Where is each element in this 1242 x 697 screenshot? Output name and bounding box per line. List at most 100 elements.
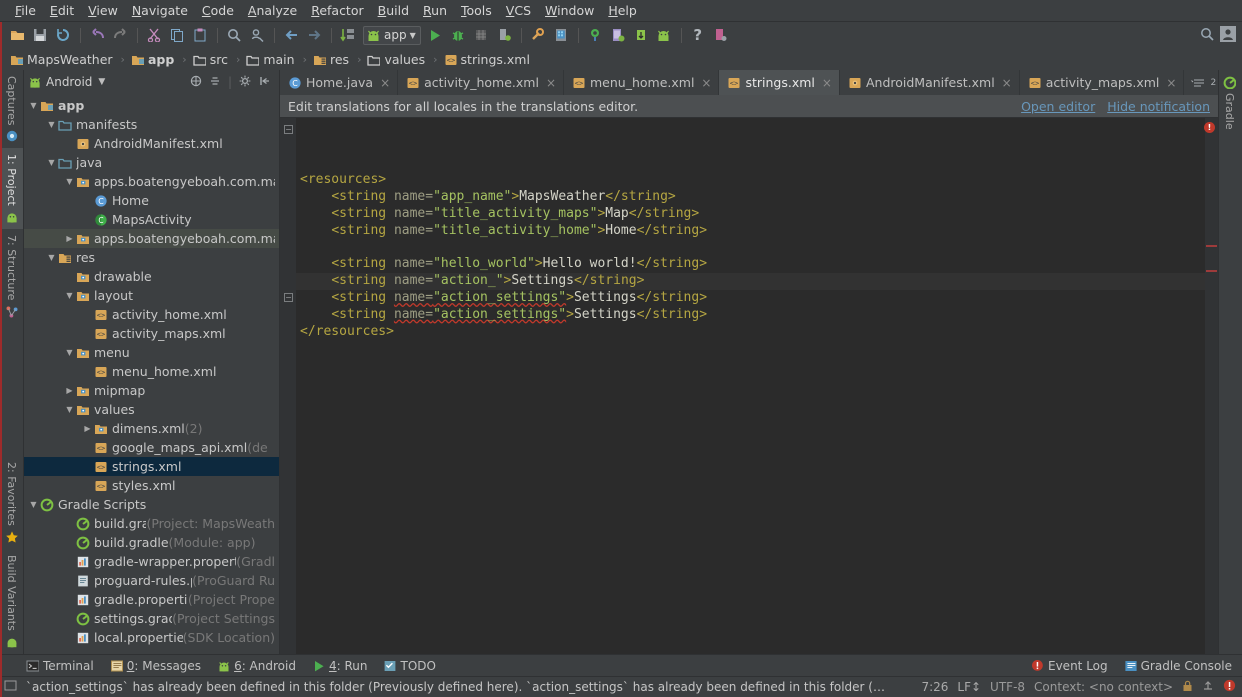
hide-notification-link[interactable]: Hide notification: [1107, 99, 1210, 114]
breadcrumb-item-mapsweather[interactable]: MapsWeather: [8, 52, 115, 67]
tool-window-button-android[interactable]: 6: Android: [217, 659, 296, 673]
error-marker[interactable]: [1206, 270, 1217, 272]
find-usages-icon[interactable]: [246, 25, 268, 45]
caret-position[interactable]: 7:26: [921, 680, 948, 694]
editor-tab-strings-xml[interactable]: <> strings.xml ×: [719, 70, 840, 95]
menu-item-window[interactable]: Window: [538, 1, 601, 20]
tool-rail-build-variants[interactable]: Build Variants: [0, 549, 23, 654]
tree-node-drawable[interactable]: drawable: [24, 267, 279, 286]
tool-rail-7--structure[interactable]: 7: Structure: [0, 229, 23, 323]
tree-twisty-expanded[interactable]: ▼: [28, 500, 39, 509]
tree-node-manifests[interactable]: ▼ manifests: [24, 115, 279, 134]
copy-icon[interactable]: [166, 25, 188, 45]
save-all-icon[interactable]: [29, 25, 51, 45]
editor-tab-androidmanifest-xml[interactable]: AndroidManifest.xml ×: [840, 70, 1020, 95]
close-icon[interactable]: ×: [546, 76, 556, 90]
menu-item-run[interactable]: Run: [416, 1, 454, 20]
search-icon[interactable]: [1200, 27, 1214, 44]
chevron-down-icon[interactable]: ▼: [410, 31, 416, 40]
user-avatar-icon[interactable]: [1220, 25, 1236, 45]
tool-window-button-run[interactable]: 4: Run: [312, 659, 367, 673]
tool-rail-1--project[interactable]: 1: Project: [0, 148, 23, 230]
coverage-icon[interactable]: [470, 25, 492, 45]
back-icon[interactable]: [280, 25, 302, 45]
error-badge[interactable]: !: [1204, 122, 1215, 133]
code-line[interactable]: <string name="title_activity_home">Home<…: [296, 223, 1205, 240]
tree-node-androidmanifest-xml[interactable]: AndroidManifest.xml: [24, 134, 279, 153]
editor-gutter[interactable]: − −: [280, 118, 296, 654]
redo-icon[interactable]: [109, 25, 131, 45]
menu-item-tools[interactable]: Tools: [454, 1, 499, 20]
tree-node-values[interactable]: ▼ values: [24, 400, 279, 419]
tree-node-activity-maps-xml[interactable]: <> activity_maps.xml: [24, 324, 279, 343]
tree-twisty-expanded[interactable]: ▼: [64, 348, 75, 357]
editor-tab-home-java[interactable]: C Home.java ×: [280, 70, 399, 95]
context-indicator[interactable]: Context: <no context>: [1034, 680, 1173, 694]
tree-node-proguard-rules-pro[interactable]: proguard-rules.pro (ProGuard Ru: [24, 571, 279, 590]
breadcrumb-item-app[interactable]: app: [129, 52, 176, 67]
menu-item-code[interactable]: Code: [195, 1, 241, 20]
close-icon[interactable]: ×: [1002, 76, 1012, 90]
tree-node-build-gradle[interactable]: build.gradle (Module: app): [24, 533, 279, 552]
tree-twisty-collapsed[interactable]: ▶: [64, 386, 75, 395]
error-marker-bar[interactable]: !: [1204, 118, 1218, 654]
sync-gradle-icon[interactable]: [584, 25, 606, 45]
memory-indicator-icon[interactable]: [4, 679, 17, 695]
tree-node-java[interactable]: ▼ java: [24, 153, 279, 172]
menu-item-edit[interactable]: Edit: [43, 1, 81, 20]
file-encoding[interactable]: UTF-8: [990, 680, 1025, 694]
menu-item-help[interactable]: Help: [601, 1, 644, 20]
vcs-icon[interactable]: [1202, 680, 1214, 695]
error-marker[interactable]: [1206, 245, 1217, 247]
lock-icon[interactable]: [1182, 680, 1193, 695]
tree-node-build-gradle[interactable]: build.gradle (Project: MapsWeath: [24, 514, 279, 533]
tool-window-button-messages[interactable]: 0: Messages: [110, 659, 201, 673]
project-structure-icon[interactable]: [710, 25, 732, 45]
sync-icon[interactable]: [52, 25, 74, 45]
menu-item-refactor[interactable]: Refactor: [304, 1, 370, 20]
tree-node-menu[interactable]: ▼ menu: [24, 343, 279, 362]
run-icon[interactable]: [424, 25, 446, 45]
editor-tab-overflow[interactable]: 2: [1184, 70, 1222, 95]
inspection-error-icon[interactable]: [1223, 679, 1236, 695]
code-line[interactable]: <resources>: [296, 172, 1205, 189]
open-folder-icon[interactable]: [6, 25, 28, 45]
tree-node-dimens-xml[interactable]: ▶ dimens.xml (2): [24, 419, 279, 438]
tree-node-app[interactable]: ▼ app: [24, 96, 279, 115]
tree-node-menu-home-xml[interactable]: <> menu_home.xml: [24, 362, 279, 381]
tree-twisty-collapsed[interactable]: ▶: [64, 234, 75, 243]
code-line[interactable]: <string name="app_name">MapsWeather</str…: [296, 189, 1205, 206]
close-icon[interactable]: ×: [822, 76, 832, 90]
forward-icon[interactable]: [303, 25, 325, 45]
layout-inspector-icon[interactable]: [630, 25, 652, 45]
tree-node-activity-home-xml[interactable]: <> activity_home.xml: [24, 305, 279, 324]
tree-node-apps-boatengyeboah-com-ma[interactable]: ▶ apps.boatengyeboah.com.ma: [24, 229, 279, 248]
tree-node-gradle-properties[interactable]: gradle.properties (Project Prope: [24, 590, 279, 609]
code-line[interactable]: [296, 240, 1205, 257]
tree-node-local-properties[interactable]: local.properties (SDK Location): [24, 628, 279, 647]
avd-manager-icon[interactable]: [550, 25, 572, 45]
menu-item-analyze[interactable]: Analyze: [241, 1, 304, 20]
code-line[interactable]: <string name="action_settings">Settings<…: [296, 307, 1205, 324]
tree-node-styles-xml[interactable]: <> styles.xml: [24, 476, 279, 495]
tree-node-mapsactivity[interactable]: C MapsActivity: [24, 210, 279, 229]
close-icon[interactable]: ×: [1166, 76, 1176, 90]
code-line[interactable]: <string name="title_activity_maps">Map</…: [296, 206, 1205, 223]
run-configuration-selector[interactable]: app ▼: [363, 25, 421, 45]
paste-icon[interactable]: [189, 25, 211, 45]
line-separator[interactable]: LF↕: [957, 680, 981, 694]
attach-debugger-icon[interactable]: [493, 25, 515, 45]
tree-node-res[interactable]: ▼ res: [24, 248, 279, 267]
breadcrumb-item-src[interactable]: src: [191, 52, 230, 67]
tree-node-gradle-scripts[interactable]: ▼ Gradle Scripts: [24, 495, 279, 514]
tree-node-settings-gradle[interactable]: settings.gradle (Project Settings: [24, 609, 279, 628]
android-icon[interactable]: [653, 25, 675, 45]
project-view-title[interactable]: Android: [46, 75, 92, 89]
tree-node-apps-boatengyeboah-com-ma[interactable]: ▼ apps.boatengyeboah.com.ma: [24, 172, 279, 191]
breadcrumb-item-values[interactable]: values: [365, 52, 427, 67]
find-icon[interactable]: [223, 25, 245, 45]
tree-twisty-expanded[interactable]: ▼: [46, 158, 57, 167]
code-line[interactable]: <string name="action_">Settings</string>: [296, 273, 1205, 290]
tree-twisty-collapsed[interactable]: ▶: [82, 424, 93, 433]
tree-node-strings-xml[interactable]: <> strings.xml: [24, 457, 279, 476]
